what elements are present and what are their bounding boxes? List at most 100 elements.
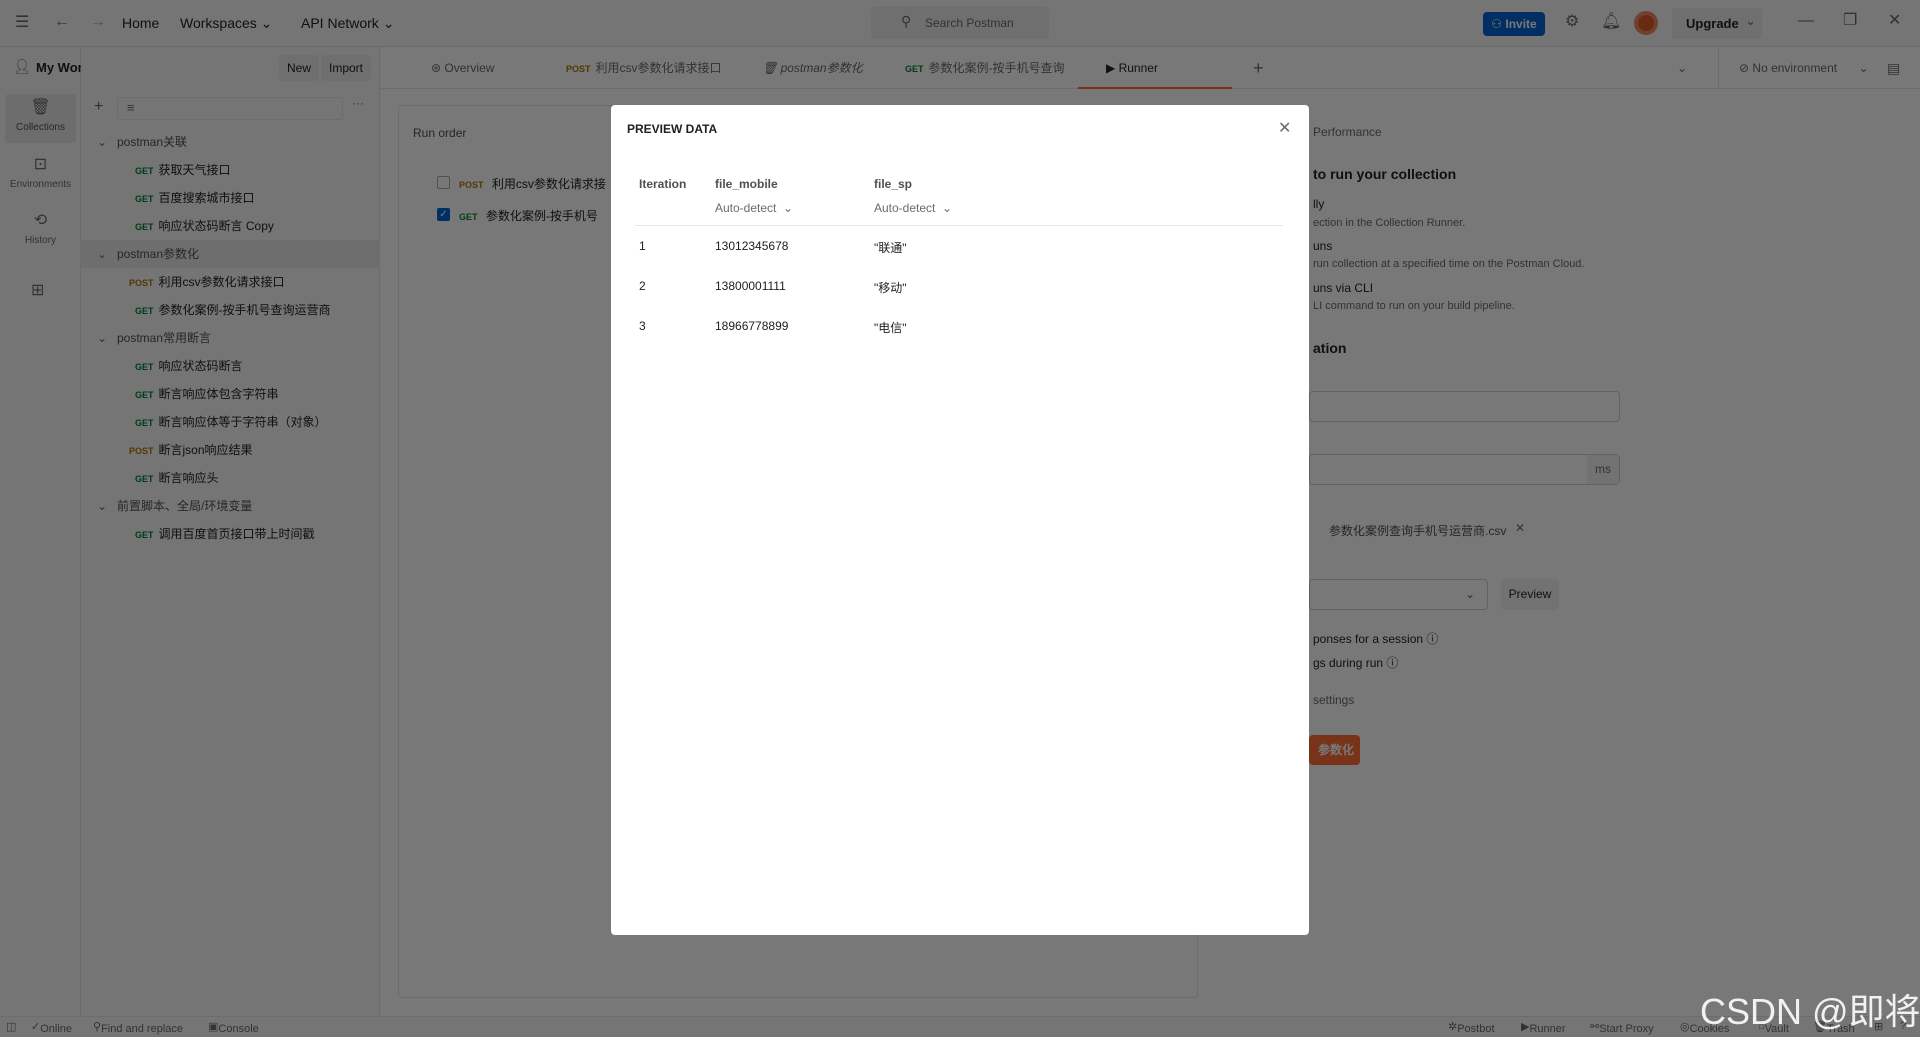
request-item[interactable]: GET 百度搜索城市接口	[81, 184, 380, 212]
user-icon: 👤︎	[13, 58, 31, 74]
collection-folder[interactable]: ⌄ postman关联	[81, 128, 380, 156]
request-item[interactable]: GET 参数化案例-按手机号查询运营商	[81, 296, 380, 324]
home-link[interactable]: Home	[122, 15, 159, 31]
collection-folder[interactable]: ⌄ postman常用断言	[81, 324, 380, 352]
run-item-checkbox-checked[interactable]: ✓	[437, 208, 450, 221]
request-label: 利用csv参数化请求接口	[158, 275, 285, 289]
tab-label: Overview	[444, 61, 495, 75]
request-item[interactable]: POST 利用csv参数化请求接口	[81, 268, 380, 296]
rail-item-environments[interactable]: ⊡ Environments	[5, 151, 76, 200]
rail-label: Environments	[9, 179, 72, 190]
option-schedule[interactable]: uns	[1313, 239, 1332, 253]
status-label: Find and replace	[101, 1023, 184, 1035]
column-header-file-mobile: file_mobile	[715, 177, 778, 191]
api-network-menu[interactable]: API Network ⌄	[301, 15, 394, 32]
option-manual[interactable]: lly	[1313, 197, 1324, 211]
tab-collection[interactable]: 🗑︎ postman参数化	[762, 47, 863, 89]
close-icon[interactable]: ✕	[1278, 118, 1291, 138]
turn-off-logs-option[interactable]: gs during run ⓘ	[1313, 654, 1398, 671]
performance-tab[interactable]: Performance	[1313, 125, 1382, 139]
rail-label: History	[24, 235, 57, 246]
tab-overview[interactable]: ⊛ Overview	[431, 47, 494, 89]
iterations-input[interactable]	[1309, 391, 1620, 422]
option-cli[interactable]: uns via CLI	[1313, 281, 1373, 295]
filter-input[interactable]: ≡	[117, 97, 343, 120]
status-label: Online	[40, 1023, 73, 1035]
restore-icon[interactable]: ❐	[1843, 13, 1857, 29]
tab-runner[interactable]: ▶ Runner	[1078, 47, 1232, 89]
add-collection-icon[interactable]: +	[94, 99, 103, 115]
request-item[interactable]: POST 断言json响应结果	[81, 436, 380, 464]
chevron-down-icon[interactable]: ⌄	[97, 324, 107, 352]
info-icon[interactable]: ⓘ	[1386, 656, 1398, 670]
avatar[interactable]	[1634, 11, 1658, 35]
upgrade-button[interactable]: Upgrade ⌄	[1672, 8, 1762, 39]
run-item-checkbox[interactable]	[437, 176, 450, 189]
run-collection-button[interactable]: 参数化	[1309, 735, 1360, 765]
run-item-label: 参数化案例-按手机号	[485, 209, 598, 223]
environment-select[interactable]: ⊘ No environment ⌄	[1718, 47, 1878, 89]
collection-folder[interactable]: ⌄ 前置脚本、全局/环境变量	[81, 492, 380, 520]
cookies-button[interactable]: ◎ Cookies	[1680, 1020, 1729, 1035]
chevron-down-icon: ⌄	[260, 15, 273, 31]
rail-item-collections[interactable]: 🗑︎ Collections	[5, 94, 76, 143]
toggle-sidebar-icon[interactable]: ◫	[6, 1020, 16, 1033]
request-item[interactable]: GET 获取天气接口	[81, 156, 380, 184]
request-label: 断言json响应结果	[158, 443, 253, 457]
minimize-icon[interactable]: —	[1798, 13, 1814, 29]
delay-input[interactable]: ms	[1309, 454, 1620, 485]
more-options-icon[interactable]: ···	[352, 97, 364, 109]
add-user-icon: ⚇	[1491, 17, 1503, 31]
forward-icon[interactable]: →	[90, 14, 106, 30]
chevron-down-icon[interactable]: ⌄	[97, 240, 107, 268]
back-icon[interactable]: ←	[54, 14, 70, 30]
rail-item-history[interactable]: ⟲ History	[5, 207, 76, 256]
status-bar: ◫ ✓ Online ⚲ Find and replace ▣ Console …	[0, 1016, 1920, 1037]
persist-responses-option[interactable]: ponses for a session ⓘ	[1313, 630, 1438, 647]
chevron-down-icon[interactable]: ⌄	[1745, 14, 1756, 27]
invite-button[interactable]: ⚇ Invite	[1483, 12, 1545, 36]
request-item[interactable]: GET 断言响应体等于字符串（对象）	[81, 408, 380, 436]
request-item[interactable]: GET 断言响应体包含字符串	[81, 380, 380, 408]
info-icon[interactable]: ⓘ	[1426, 632, 1438, 646]
find-replace-button[interactable]: ⚲ Find and replace	[93, 1020, 183, 1035]
proxy-button[interactable]: ⚯ Start Proxy	[1590, 1020, 1654, 1035]
request-item[interactable]: GET 响应状态码断言	[81, 352, 380, 380]
remove-file-icon[interactable]: ✕	[1515, 521, 1525, 535]
tab-request[interactable]: GET 参数化案例-按手机号查询	[905, 47, 1065, 89]
tab-request[interactable]: POST 利用csv参数化请求接口	[566, 47, 722, 89]
request-item[interactable]: GET 断言响应头	[81, 464, 380, 492]
close-window-icon[interactable]: ✕	[1888, 13, 1901, 29]
search-input[interactable]: ⚲ Search Postman	[871, 6, 1049, 39]
configuration-heading: ation	[1313, 340, 1347, 356]
data-file-type-select[interactable]: ⌄	[1309, 579, 1488, 610]
type-select-file-mobile[interactable]: Auto-detect ⌄	[715, 201, 793, 215]
online-status[interactable]: ✓ Online	[31, 1020, 72, 1035]
runner-button[interactable]: ▶ Runner	[1521, 1020, 1566, 1035]
tabs-dropdown-icon[interactable]: ⌄	[1677, 47, 1687, 89]
gear-icon[interactable]: ⚙	[1565, 14, 1579, 30]
new-tab-icon[interactable]: +	[1253, 47, 1264, 89]
postbot-button[interactable]: ✲ Postbot	[1448, 1020, 1495, 1035]
table-cell: 13800001111	[715, 279, 786, 293]
chevron-down-icon[interactable]: ⌄	[97, 128, 107, 156]
bell-icon[interactable]: 🔔︎	[1601, 14, 1621, 30]
add-apps-icon[interactable]: ⊞	[31, 283, 44, 299]
workspaces-menu[interactable]: Workspaces ⌄	[180, 15, 272, 32]
new-button[interactable]: New	[279, 55, 320, 81]
chevron-down-icon[interactable]: ⌄	[97, 492, 107, 520]
modal-title: PREVIEW DATA	[627, 122, 718, 136]
environment-quick-look-icon[interactable]: ▤	[1887, 47, 1900, 89]
collection-folder[interactable]: ⌄ postman参数化	[81, 240, 380, 268]
request-label: 断言响应体等于字符串（对象）	[158, 415, 327, 429]
preview-button[interactable]: Preview	[1501, 579, 1559, 610]
delay-unit: ms	[1587, 455, 1619, 484]
import-button[interactable]: Import	[321, 55, 372, 81]
request-label: 断言响应头	[158, 471, 219, 485]
console-button[interactable]: ▣ Console	[208, 1020, 259, 1035]
menu-icon[interactable]: ☰	[15, 15, 29, 31]
type-select-file-sp[interactable]: Auto-detect ⌄	[874, 201, 952, 215]
request-item[interactable]: GET 调用百度首页接口带上时间戳	[81, 520, 380, 548]
request-item[interactable]: GET 响应状态码断言 Copy	[81, 212, 380, 240]
advanced-settings-toggle[interactable]: settings	[1313, 693, 1354, 707]
